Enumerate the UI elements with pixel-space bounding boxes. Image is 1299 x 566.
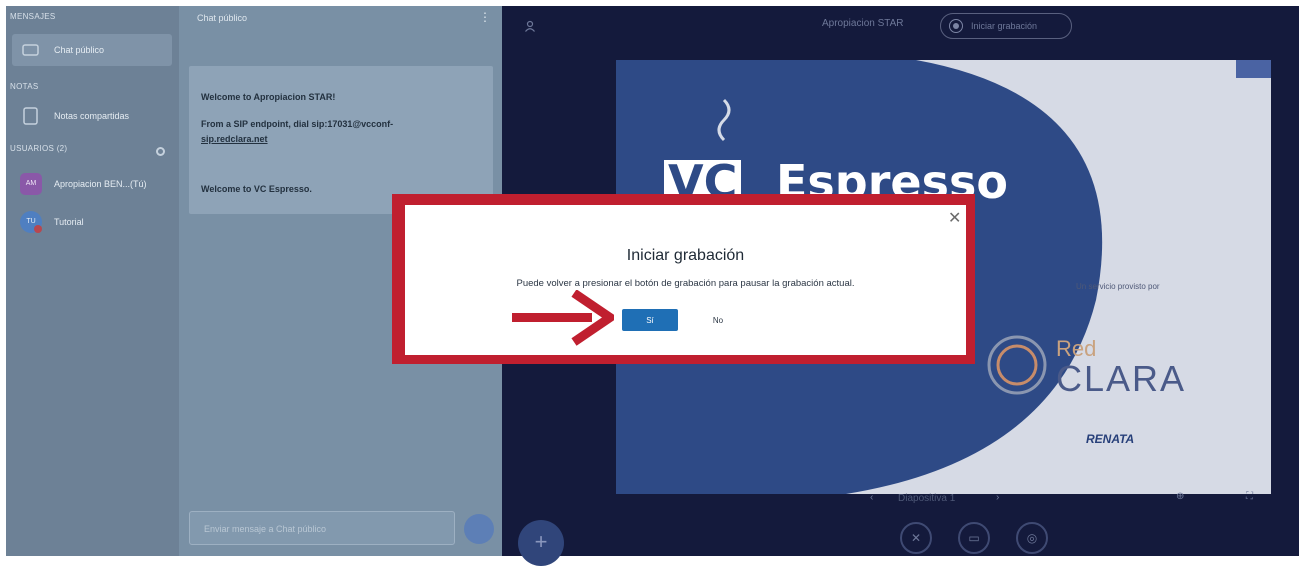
more-options-icon[interactable]: ⋮ [479,10,491,24]
user-icon[interactable] [524,20,536,32]
notes-icon [20,105,42,127]
sidebar-item-shared-notes[interactable]: Notas compartidas [12,100,172,132]
chat-input[interactable]: Enviar mensaje a Chat público [189,511,455,545]
avatar: AM [20,173,42,195]
chat-message: Welcome to Apropiacion STAR! [201,92,336,102]
slide-controls: ‹ Diapositiva 1 › ⊕ ⛶ [616,484,1271,518]
chat-header: Chat público ⋮ [179,6,502,32]
sidebar-item-label: Notas compartidas [54,111,130,121]
slide-presented-by: Un servicio provisto por [1076,282,1160,291]
chat-message-list: Welcome to Apropiacion STAR! From a SIP … [189,66,493,214]
record-button[interactable]: Iniciar grabación [940,13,1072,39]
cancel-button[interactable]: No [698,309,738,331]
messages-section-label: MENSAJES [10,12,56,21]
fullscreen-icon[interactable]: ⛶ [1246,491,1253,502]
zoom-in-icon[interactable]: ⊕ [1176,491,1184,502]
sidebar-item-label: Chat público [54,45,105,55]
redclara-logo-icon [987,335,1047,395]
actions-button[interactable]: + [518,520,564,566]
avatar-initials: TU [26,218,36,225]
user-list-item[interactable]: AM Apropiacion BEN...(Tú) [12,168,172,200]
users-section-label: USUARIOS (2) [10,144,68,153]
record-modal: ✕ Iniciar grabación Puede volver a presi… [405,205,966,355]
avatar: TU [20,211,42,233]
arrow-annotation-icon [512,290,614,346]
gear-icon[interactable] [156,147,165,156]
close-icon[interactable]: ✕ [948,208,961,228]
app-window: MENSAJES Chat público NOTAS Notas compar… [0,0,1299,566]
send-button[interactable] [464,514,494,544]
confirm-button[interactable]: Sí [622,309,678,331]
mute-button[interactable]: ✕ [900,522,932,554]
next-slide-icon[interactable]: › [996,492,999,503]
slide-renata: RENATA [1086,432,1135,446]
user-name: Tutorial [54,217,84,227]
record-icon [949,19,963,33]
camera-button[interactable]: ▭ [958,522,990,554]
slide-page-label[interactable]: Diapositiva 1 [898,493,955,504]
chat-message: Welcome to VC Espresso. [201,184,312,194]
modal-body: Puede volver a presionar el botón de gra… [516,278,855,289]
user-list-item[interactable]: TU Tutorial [12,206,172,238]
modal-title: Iniciar grabación [626,247,745,264]
slide-partner: CLARA [1056,358,1187,399]
sidebar-item-public-chat[interactable]: Chat público [12,34,172,66]
chat-icon [20,39,42,61]
user-name: Apropiacion BEN...(Tú) [54,179,147,189]
record-label: Iniciar grabación [971,21,1038,31]
prev-slide-icon[interactable]: ‹ [870,492,873,503]
sidebar: MENSAJES Chat público NOTAS Notas compar… [6,6,179,556]
notes-section-label: NOTAS [10,82,39,91]
chat-title: Chat público [197,13,248,23]
chat-message: From a SIP endpoint, dial sip:17031@vcco… [201,119,394,129]
screen-share-button[interactable]: ◎ [1016,522,1048,554]
meeting-title: Apropiacion STAR [822,18,904,29]
sip-link[interactable]: sip.redclara.net [201,134,268,144]
status-badge [34,225,42,233]
